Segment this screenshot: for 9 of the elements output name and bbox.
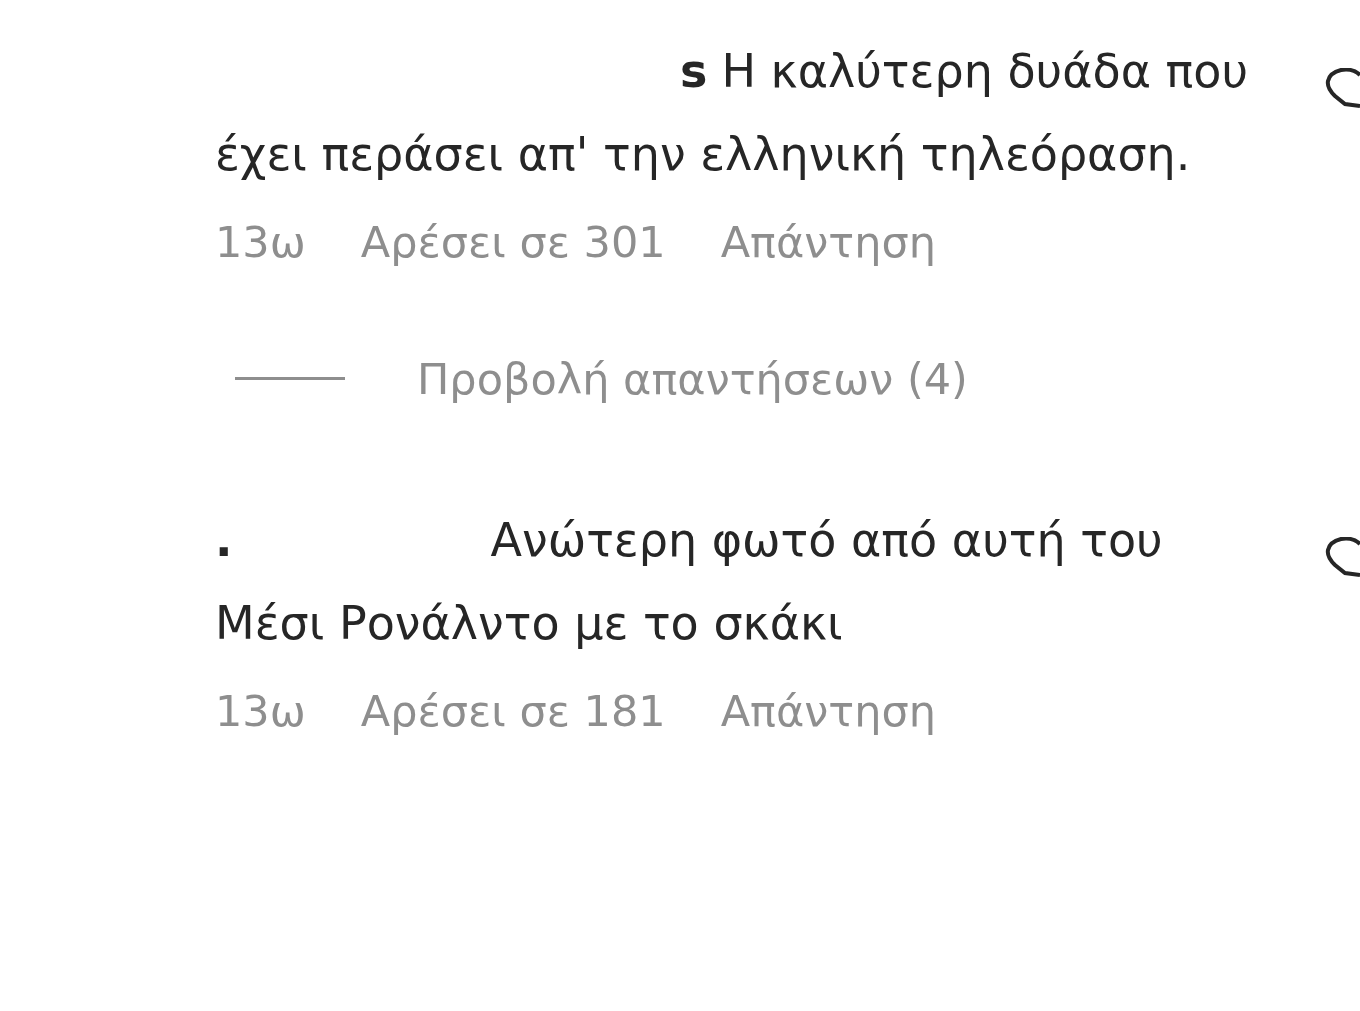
reply-link[interactable]: Απάντηση [720, 679, 936, 744]
reply-link[interactable]: Απάντηση [720, 210, 936, 275]
comment-text: s Η καλύτερη δυάδα που έχει περάσει απ' την ελληνική τηλεόραση. [215, 43, 1250, 183]
likes-link[interactable]: Αρέσει σε 301 [360, 210, 666, 275]
view-replies-link[interactable]: Προβολή απαντήσεων (4) [417, 346, 968, 411]
likes-link[interactable]: Αρέσει σε 181 [360, 679, 666, 744]
comment-time: 13ω [215, 216, 306, 269]
comment-text: . Ανώτερη φωτό από αυτή του Μέσι Ρονάλντο με το σκάκι [215, 512, 1164, 652]
comment-time: 13ω [215, 685, 306, 738]
